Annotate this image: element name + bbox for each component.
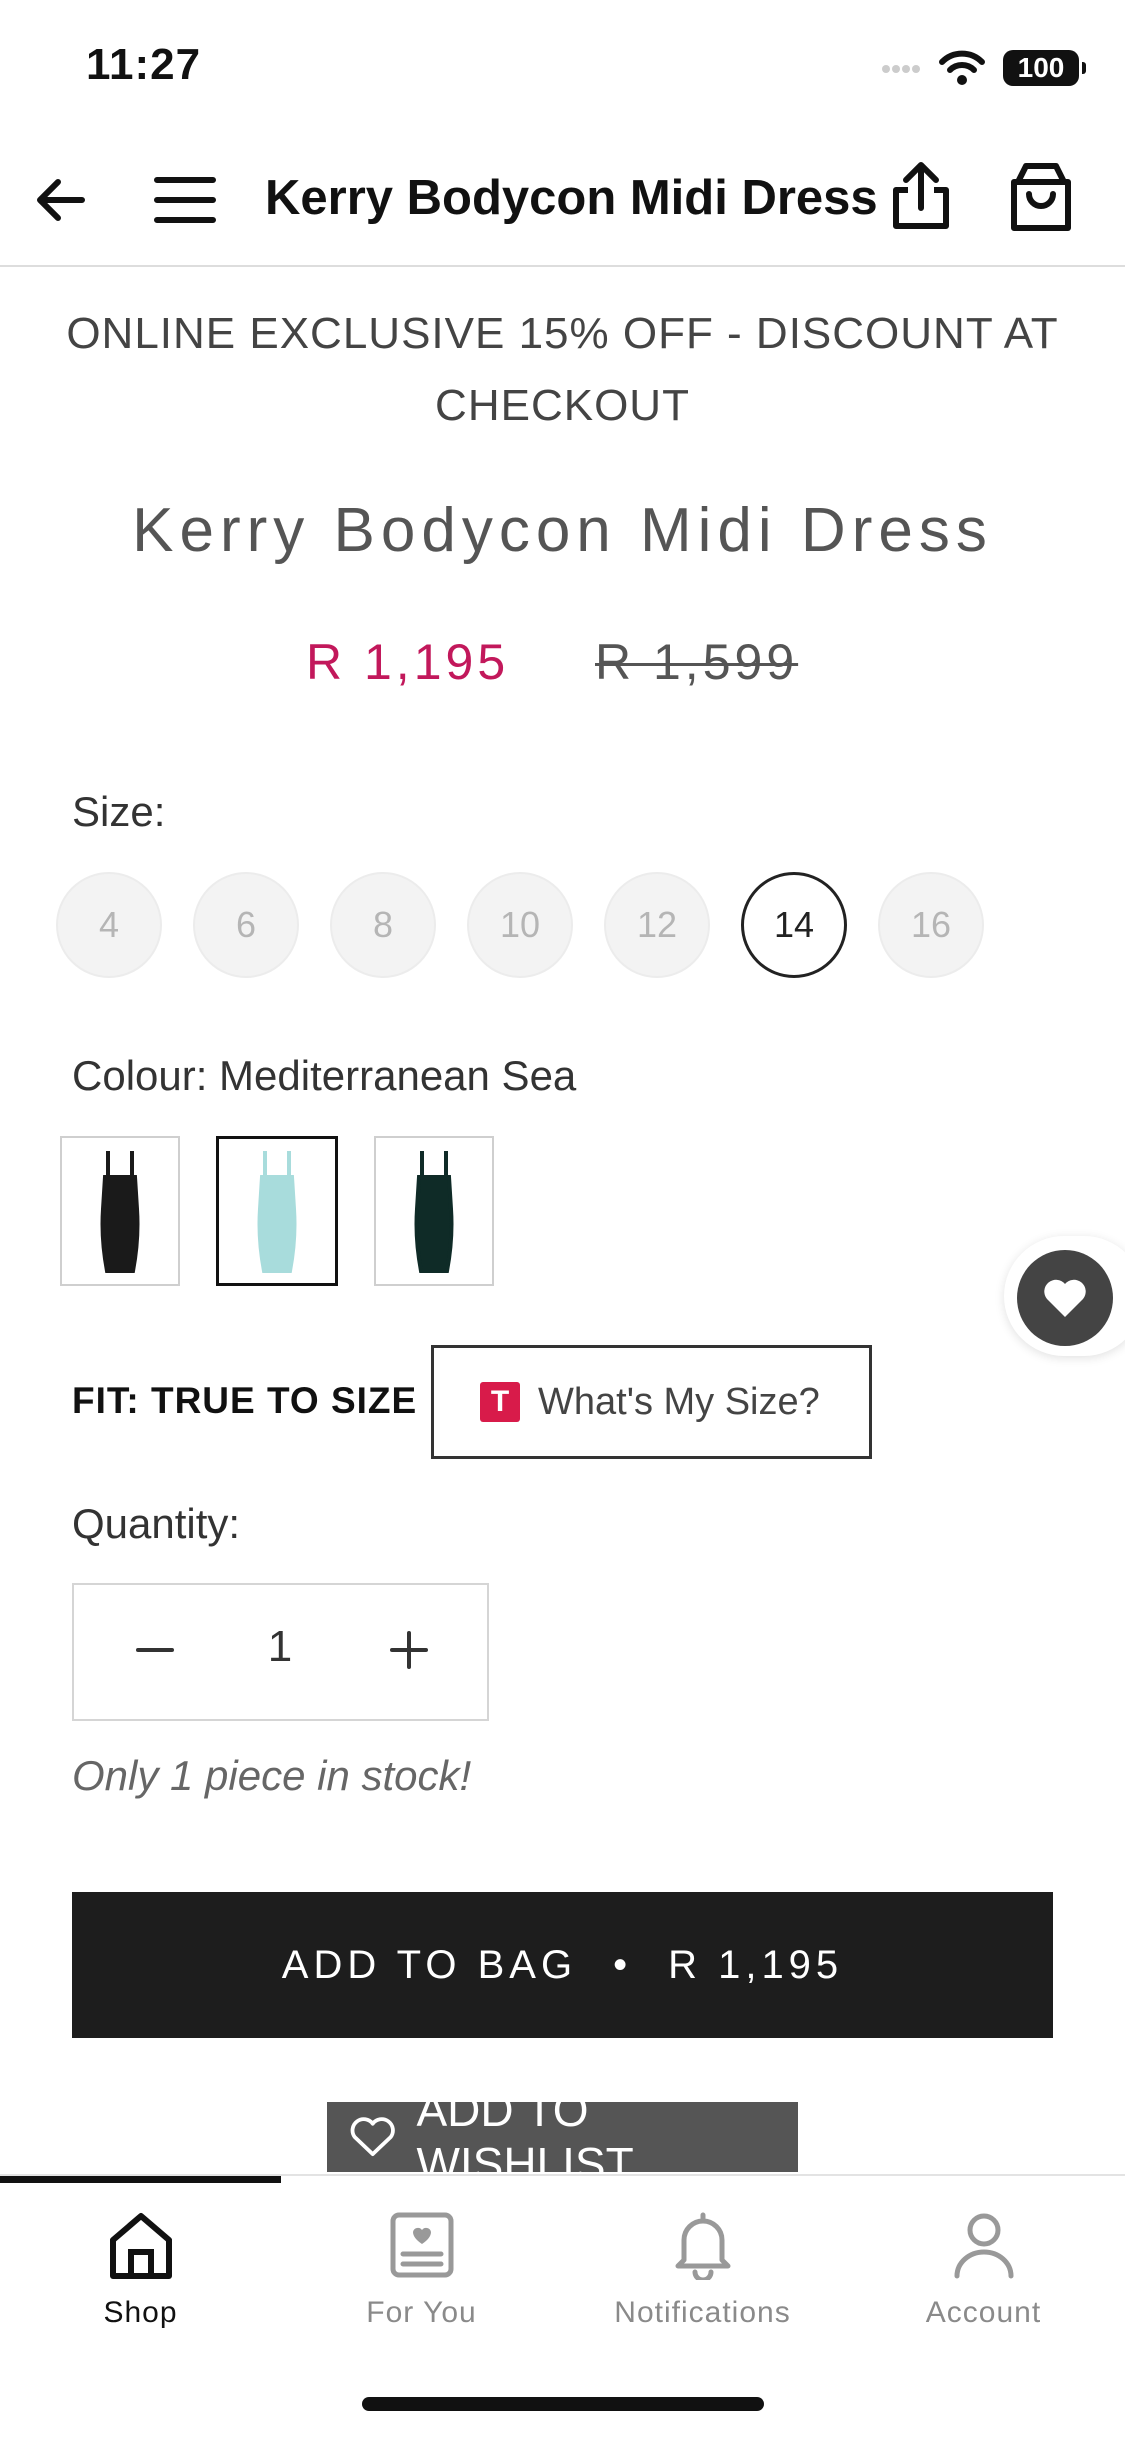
promo-line-2: CHECKOUT [435, 381, 690, 430]
tab-notifications-label: Notifications [614, 2296, 791, 2329]
add-to-bag-price: R 1,195 [668, 1942, 844, 1987]
colour-swatches [60, 1136, 494, 1286]
battery-icon: 100 [1003, 50, 1086, 86]
quantity-label: Quantity: [72, 1500, 241, 1547]
tab-shop-label: Shop [103, 2296, 178, 2329]
size-option-10[interactable]: 10 [467, 872, 573, 978]
add-to-bag-label: ADD TO BAG [281, 1942, 578, 1987]
original-price: R 1,599 [595, 634, 799, 690]
shopping-bag-icon[interactable] [1008, 160, 1074, 234]
colour-swatch-dark-green[interactable] [374, 1136, 494, 1286]
size-option-14[interactable]: 14 [741, 872, 847, 978]
size-option-16[interactable]: 16 [878, 872, 984, 978]
whats-my-size-label: What's My Size? [538, 1380, 820, 1423]
tab-for-you[interactable]: For You [281, 2210, 562, 2330]
tab-account[interactable]: Account [843, 2210, 1124, 2330]
colour-label: Colour: Mediterranean Sea [72, 1052, 577, 1099]
header-title: Kerry Bodycon Midi Dress [265, 171, 878, 225]
size-option-8[interactable]: 8 [330, 872, 436, 978]
promo-banner: ONLINE EXCLUSIVE 15% OFF - DISCOUNT AT C… [0, 298, 1125, 442]
whats-my-size-button[interactable]: T What's My Size? [431, 1345, 872, 1459]
heart-outline-icon [350, 2117, 395, 2156]
tab-notifications[interactable]: Notifications [562, 2210, 843, 2330]
size-option-6[interactable]: 6 [193, 872, 299, 978]
size-option-4[interactable]: 4 [56, 872, 162, 978]
stock-notice: Only 1 piece in stock! [72, 1752, 472, 1799]
cellular-signal-icon [882, 65, 920, 73]
home-indicator [362, 2397, 764, 2411]
status-time: 11:27 [86, 40, 202, 89]
status-icons: 100 [881, 50, 1086, 86]
active-tab-indicator [0, 2176, 281, 2183]
back-arrow-icon[interactable] [32, 172, 88, 228]
dress-thumbnail-image [414, 1151, 454, 1273]
heart-icon [1044, 1279, 1086, 1317]
person-icon [954, 2213, 1013, 2279]
for-you-icon [390, 2212, 453, 2278]
wifi-icon [939, 50, 985, 85]
size-option-12[interactable]: 12 [604, 872, 710, 978]
tab-shop[interactable]: Shop [0, 2210, 281, 2330]
colour-swatch-black[interactable] [60, 1136, 180, 1286]
share-icon[interactable] [890, 160, 952, 232]
quantity-value: 1 [267, 1622, 293, 1671]
tab-account-label: Account [925, 2296, 1042, 2329]
favorite-button[interactable] [1017, 1250, 1113, 1346]
add-to-wishlist-button[interactable]: ADD TO WISHLIST [327, 2084, 798, 2190]
home-icon [109, 2213, 172, 2279]
size-selector: 4 6 8 10 12 14 16 [56, 872, 984, 978]
plus-icon[interactable] [384, 1625, 434, 1675]
size-label: Size: [72, 788, 166, 835]
product-title: Kerry Bodycon Midi Dress [132, 496, 993, 565]
dress-thumbnail-image [100, 1151, 140, 1273]
minus-icon[interactable] [130, 1625, 180, 1675]
add-to-bag-separator: • [613, 1942, 633, 1987]
menu-icon[interactable] [154, 172, 216, 228]
promo-line-1: ONLINE EXCLUSIVE 15% OFF - DISCOUNT AT [66, 309, 1059, 358]
colour-swatch-mediterranean-sea[interactable] [216, 1136, 338, 1286]
tab-for-you-label: For You [366, 2296, 477, 2329]
fit-label: FIT: TRUE TO SIZE [72, 1380, 418, 1421]
sale-price: R 1,195 [306, 634, 510, 690]
truefit-logo-icon: T [480, 1382, 520, 1422]
add-to-bag-button[interactable]: ADD TO BAG • R 1,195 [72, 1892, 1053, 2038]
dress-thumbnail-image [257, 1151, 297, 1273]
bell-icon [675, 2212, 730, 2280]
